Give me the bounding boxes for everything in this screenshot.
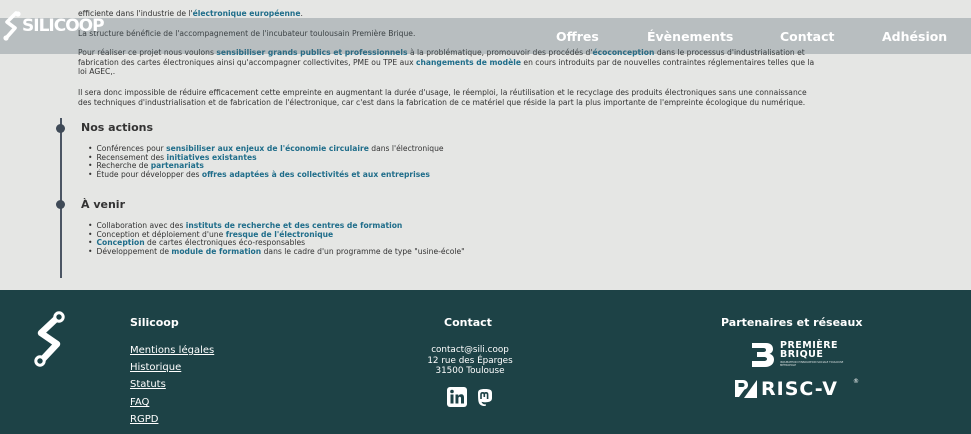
partner-1-line-2: BRIQUE xyxy=(780,349,824,360)
future-list: Collaboration avec des instituts de rech… xyxy=(88,221,464,257)
brand-logo[interactable]: SILICOOP xyxy=(2,10,105,42)
timeline-line xyxy=(60,118,62,278)
paragraph-2: Il sera donc impossible de réduire effic… xyxy=(78,88,807,107)
footer-address-line-2: 31500 Toulouse xyxy=(435,366,505,376)
link-action-4[interactable]: offres adaptées à des collectivités et a… xyxy=(202,170,430,179)
nav-evenements[interactable]: Évènements xyxy=(647,29,733,45)
link-changements-modele[interactable]: changements de modèle xyxy=(416,58,521,67)
footer-link-statuts[interactable]: Statuts xyxy=(130,379,166,390)
silicoop-logo-icon[interactable] xyxy=(30,308,70,368)
partner-2-registered-mark: ® xyxy=(853,378,859,385)
risc-v-logo-icon xyxy=(735,380,757,398)
nav-contact[interactable]: Contact xyxy=(780,29,834,45)
timeline-dot-actions xyxy=(56,124,65,133)
footer-link-faq[interactable]: FAQ xyxy=(130,397,149,408)
premiere-brique-logo-icon xyxy=(752,343,774,367)
footer: Silicoop Mentions légales Historique Sta… xyxy=(0,290,971,434)
footer-address-line-1: 12 rue des Éparges xyxy=(427,356,513,366)
footer-title-silicoop: Silicoop xyxy=(130,316,179,329)
footer-link-mentions[interactable]: Mentions légales xyxy=(130,345,214,356)
partner-2-wordmark: RISC-V xyxy=(761,378,838,400)
nav-offres[interactable]: Offres xyxy=(556,29,599,45)
list-item: Étude pour développer des offres adaptée… xyxy=(88,170,444,180)
mastodon-icon[interactable] xyxy=(475,387,495,407)
partner-1-tagline: INCUBATEUR D'INNOVATION SOCIALE TOULOUSE… xyxy=(780,361,844,367)
section-title-future: À venir xyxy=(81,198,125,211)
footer-title-partenaires: Partenaires et réseaux xyxy=(721,316,863,329)
section-title-actions: Nos actions xyxy=(81,121,154,134)
partner-premiere-brique[interactable]: PREMIÈRE BRIQUE INCUBATEUR D'INNOVATION … xyxy=(750,340,860,372)
brand-name: SILICOOP xyxy=(22,16,105,36)
footer-link-rgpd[interactable]: RGPD xyxy=(130,414,158,425)
linkedin-icon[interactable] xyxy=(447,387,467,407)
nav-adhesion[interactable]: Adhésion xyxy=(882,29,947,45)
silicoop-logo-icon xyxy=(3,11,21,41)
footer-link-historique[interactable]: Historique xyxy=(130,362,181,373)
list-item: Développement de module de formation dan… xyxy=(88,247,464,257)
footer-title-contact: Contact xyxy=(444,316,492,329)
link-future-4[interactable]: module de formation xyxy=(171,247,261,256)
actions-list: Conférences pour sensibiliser aux enjeux… xyxy=(88,144,444,180)
timeline-dot-future xyxy=(56,200,65,209)
footer-email[interactable]: contact@sili.coop xyxy=(400,345,540,355)
link-electronique-europeenne[interactable]: électronique européenne xyxy=(193,9,301,18)
partner-risc-v[interactable]: RISC-V ® xyxy=(734,376,864,402)
